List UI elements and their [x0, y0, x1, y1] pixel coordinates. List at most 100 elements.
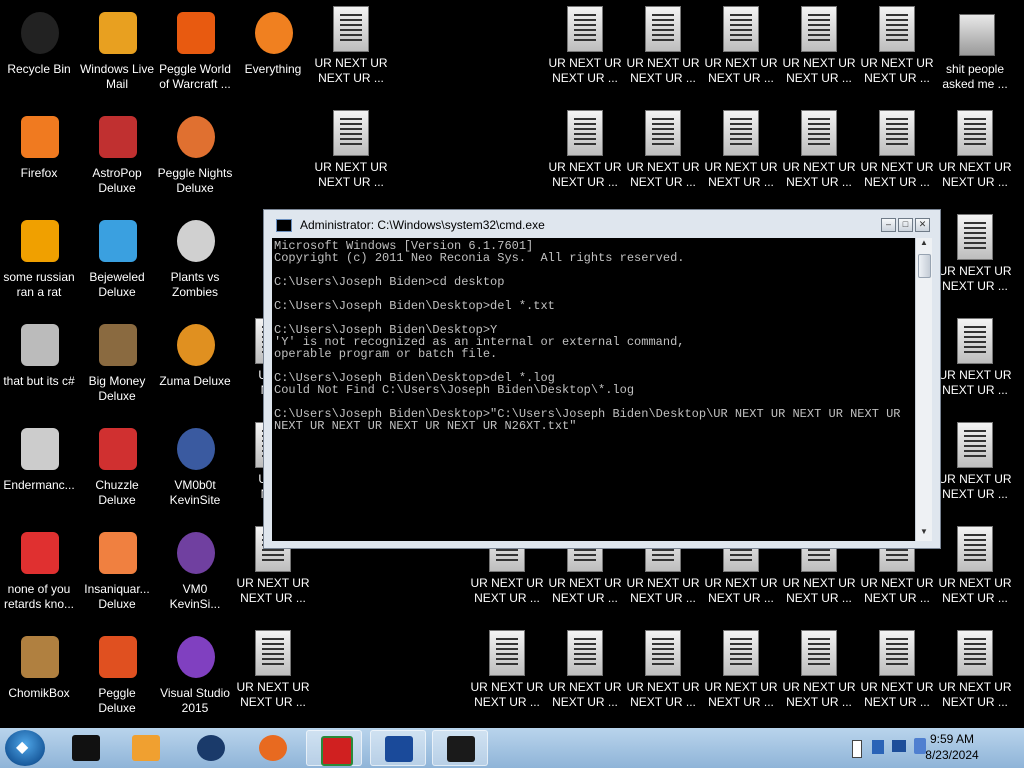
ur-next-text-file[interactable]: UR NEXT UR NEXT UR ... [546, 4, 624, 108]
scroll-up-arrow-icon[interactable]: ▲ [916, 238, 932, 252]
label-line-1: UR NEXT UR [704, 160, 778, 174]
minimize-button[interactable]: – [881, 218, 896, 232]
desktop-icon[interactable]: some russian ran a rat [0, 212, 78, 316]
ur-next-text-file[interactable]: UR NEXT UR NEXT UR ... [468, 628, 546, 732]
taskbar-button[interactable] [183, 730, 239, 766]
desktop-icon[interactable]: Visual Studio 2015 [156, 628, 234, 732]
label-line-2: NEXT UR ... [942, 279, 1008, 293]
desktop-icon[interactable]: Insaniquar... Deluxe [78, 524, 156, 628]
ur-next-text-file[interactable]: UR NEXT UR NEXT UR ... [624, 108, 702, 212]
start-button[interactable] [5, 730, 45, 766]
text-document-icon [333, 110, 369, 156]
ur-next-file-label: UR NEXT UR NEXT UR ... [858, 680, 936, 710]
ur-next-text-file[interactable]: UR NEXT UR NEXT UR ... [546, 628, 624, 732]
label-line-1: UR NEXT UR [704, 680, 778, 694]
ur-next-text-file[interactable]: UR NEXT UR NEXT UR ... [780, 108, 858, 212]
ur-next-text-file[interactable]: UR NEXT UR NEXT UR ... [702, 108, 780, 212]
desktop-icon[interactable]: Everything [234, 4, 312, 108]
close-button[interactable]: ✕ [915, 218, 930, 232]
taskbar-button[interactable] [306, 730, 362, 766]
desktop-icon[interactable]: VM0b0t KevinSite [156, 420, 234, 524]
show-hidden-icons-icon[interactable] [852, 740, 862, 758]
desktop-icon[interactable]: that but its c# [0, 316, 78, 420]
ur-next-text-file[interactable]: UR NEXT UR NEXT UR ... [936, 212, 1014, 316]
taskbar-button[interactable] [118, 730, 174, 766]
label-line-2: NEXT UR ... [240, 695, 306, 709]
desktop-icon[interactable]: Bejeweled Deluxe [78, 212, 156, 316]
everything-icon [249, 10, 297, 58]
taskbar-button[interactable] [245, 730, 301, 766]
text-document-icon [489, 630, 525, 676]
desktop-icon-label: Big Money Deluxe [88, 374, 146, 403]
cmd-taskbar-icon [447, 736, 475, 762]
text-document-icon [723, 6, 759, 52]
console-output[interactable]: Microsoft Windows [Version 6.1.7601] Cop… [272, 238, 916, 541]
taskbar-button[interactable] [58, 730, 114, 766]
ur-next-text-file[interactable]: UR NEXT UR NEXT UR ... [858, 4, 936, 108]
ur-next-text-file[interactable]: UR NEXT UR NEXT UR ... [858, 628, 936, 732]
label-line-2: NEXT UR ... [864, 695, 930, 709]
desktop-icon-label: Peggle Deluxe [98, 686, 136, 715]
chuzzle-deluxe-icon [93, 426, 141, 474]
ur-next-text-file[interactable]: UR NEXT UR NEXT UR ... [234, 628, 312, 732]
ur-next-text-file[interactable]: UR NEXT UR NEXT UR ... [936, 524, 1014, 628]
desktop-icon-label: Everything [244, 62, 302, 76]
insaniquarium-deluxe-icon [93, 530, 141, 578]
desktop-icon[interactable]: VM0 KevinSi... [156, 524, 234, 628]
ur-next-text-file[interactable]: UR NEXT UR NEXT UR ... [936, 316, 1014, 420]
desktop-icon[interactable]: Firefox [0, 108, 78, 212]
label-line-1: UR NEXT UR [626, 160, 700, 174]
ur-next-text-file[interactable]: UR NEXT UR NEXT UR ... [936, 628, 1014, 732]
desktop-icon[interactable]: Peggle Deluxe [78, 628, 156, 732]
ur-next-text-file[interactable]: UR NEXT UR NEXT UR ... [312, 108, 390, 212]
desktop-icon[interactable]: AstroPop Deluxe [78, 108, 156, 212]
big-money-deluxe-icon [93, 322, 141, 370]
label-line-2: NEXT UR ... [708, 591, 774, 605]
desktop-icon[interactable]: Big Money Deluxe [78, 316, 156, 420]
desktop-icon-label: none of you retards kno... [3, 582, 75, 611]
clock[interactable]: 9:59 AM 8/23/2024 [880, 731, 1024, 763]
cmd-window[interactable]: Administrator: C:\Windows\system32\cmd.e… [263, 209, 941, 549]
desktop-icon[interactable]: Chuzzle Deluxe [78, 420, 156, 524]
ur-next-text-file[interactable]: UR NEXT UR NEXT UR ... [702, 4, 780, 108]
astropop-deluxe-icon [93, 114, 141, 162]
scroll-down-arrow-icon[interactable]: ▼ [916, 527, 932, 541]
desktop-icon[interactable]: none of you retards kno... [0, 524, 78, 628]
ur-next-text-file[interactable]: UR NEXT UR NEXT UR ... [312, 4, 390, 108]
label-line-2: NEXT UR ... [864, 71, 930, 85]
desktop-icon[interactable]: Peggle World of Warcraft ... [156, 4, 234, 108]
ur-next-text-file[interactable]: UR NEXT UR NEXT UR ... [936, 108, 1014, 212]
ur-next-text-file[interactable]: UR NEXT UR NEXT UR ... [780, 4, 858, 108]
desktop-icon[interactable]: Peggle Nights Deluxe [156, 108, 234, 212]
desktop-icon-label: Endermanc... [3, 478, 75, 492]
desktop-icon[interactable]: Zuma Deluxe [156, 316, 234, 420]
text-document-icon [801, 110, 837, 156]
ur-next-text-file[interactable]: UR NEXT UR NEXT UR ... [702, 628, 780, 732]
desktop-icon[interactable]: Endermanc... [0, 420, 78, 524]
desktop-icon-label: VM0 KevinSi... [169, 582, 221, 611]
taskbar-button[interactable] [370, 730, 426, 766]
cmd-titlebar[interactable]: Administrator: C:\Windows\system32\cmd.e… [270, 216, 934, 234]
ur-next-text-file[interactable]: UR NEXT UR NEXT UR ... [780, 628, 858, 732]
desktop-icon[interactable]: Recycle Bin [0, 4, 78, 108]
ur-next-text-file[interactable]: UR NEXT UR NEXT UR ... [546, 108, 624, 212]
desktop-icon-label: Visual Studio 2015 [160, 686, 230, 715]
label-line-1: UR NEXT UR [860, 160, 934, 174]
desktop-icon[interactable]: Plants vs Zombies [156, 212, 234, 316]
ur-next-text-file[interactable]: UR NEXT UR NEXT UR ... [936, 420, 1014, 524]
vertical-scrollbar[interactable]: ▲ ▼ [915, 238, 932, 541]
desktop-icon[interactable]: Windows Live Mail [78, 4, 156, 108]
desktop-icon-label: Plants vs Zombies [170, 270, 220, 299]
shit-people-folder[interactable]: shit people asked me ... [936, 4, 1014, 108]
maximize-button[interactable]: □ [898, 218, 913, 232]
desktop-icon-label: Bejeweled Deluxe [89, 270, 145, 299]
label-line-2: NEXT UR ... [318, 71, 384, 85]
desktop-icon-label: Peggle Nights Deluxe [157, 166, 233, 195]
scroll-thumb[interactable] [918, 254, 931, 278]
ur-next-text-file[interactable]: UR NEXT UR NEXT UR ... [624, 4, 702, 108]
label-line-2: NEXT UR ... [786, 71, 852, 85]
desktop-icon[interactable]: ChomikBox [0, 628, 78, 732]
ur-next-text-file[interactable]: UR NEXT UR NEXT UR ... [858, 108, 936, 212]
ur-next-text-file[interactable]: UR NEXT UR NEXT UR ... [624, 628, 702, 732]
taskbar-button[interactable] [432, 730, 488, 766]
